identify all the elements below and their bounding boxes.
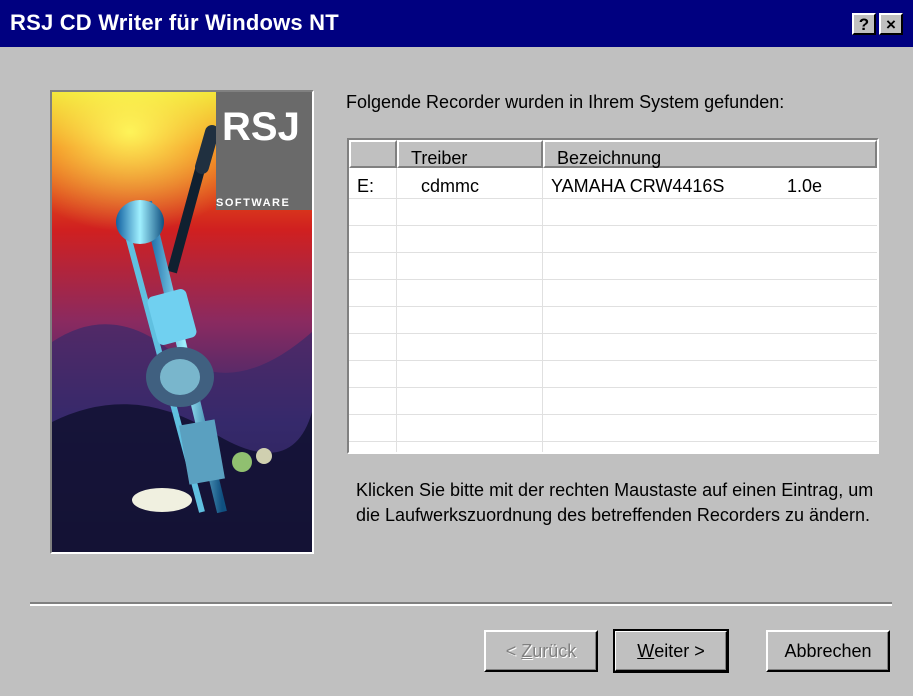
back-label-rest: urück (532, 640, 577, 661)
close-icon: × (886, 14, 896, 34)
window-title: RSJ CD Writer für Windows NT (10, 10, 339, 35)
grid-line (349, 252, 877, 253)
table-row[interactable]: E: cdmmc YAMAHA CRW4416S 1.0e (349, 172, 877, 198)
recorder-list[interactable]: Treiber Bezeichnung E: cdmmc YAMAHA CRW4… (347, 138, 879, 454)
back-label-mnemonic: Z (521, 640, 533, 661)
next-label-mnemonic: W (637, 640, 655, 661)
grid-line (349, 360, 877, 361)
next-button[interactable]: Weiter > (613, 629, 729, 673)
next-label-rest: eiter > (654, 640, 705, 661)
name-cell: YAMAHA CRW4416S (551, 176, 725, 196)
drive-cell: E: (357, 176, 375, 196)
version-cell: 1.0e (787, 176, 823, 196)
grid-line (349, 414, 877, 415)
title-bar[interactable]: RSJ CD Writer für Windows NT ? × (0, 0, 913, 47)
grid-line (349, 333, 877, 334)
grid-line (349, 198, 877, 199)
help-icon: ? (858, 14, 870, 34)
back-button[interactable]: < Zurück (484, 630, 598, 672)
wizard-illustration: RSJ SOFTWARE (50, 90, 314, 554)
grid-line (349, 387, 877, 388)
grid-line (349, 441, 877, 442)
rsj-logo: RSJ (222, 105, 300, 149)
grid-line (349, 306, 877, 307)
driver-cell: cdmmc (421, 176, 479, 196)
list-header: Treiber Bezeichnung (349, 140, 877, 168)
hint-text: Klicken Sie bitte mit der rechten Mausta… (356, 480, 874, 525)
grid-line (349, 225, 877, 226)
close-button[interactable]: × (879, 13, 903, 35)
software-logo-text: SOFTWARE (216, 197, 290, 209)
grid-line (396, 168, 397, 452)
column-header-driver[interactable]: Treiber (397, 140, 543, 168)
column-header-name[interactable]: Bezeichnung (543, 140, 877, 168)
grid-line (349, 279, 877, 280)
help-button[interactable]: ? (852, 13, 876, 35)
found-recorders-label: Folgende Recorder wurden in Ihrem System… (346, 92, 785, 112)
wizard-window: RSJ CD Writer für Windows NT ? × RSJ SOF… (0, 0, 913, 696)
back-label-prefix: < (505, 640, 522, 661)
cancel-button[interactable]: Abbrechen (766, 630, 890, 672)
separator (30, 602, 892, 606)
column-header-drive[interactable] (349, 140, 397, 168)
grid-line (542, 168, 543, 452)
